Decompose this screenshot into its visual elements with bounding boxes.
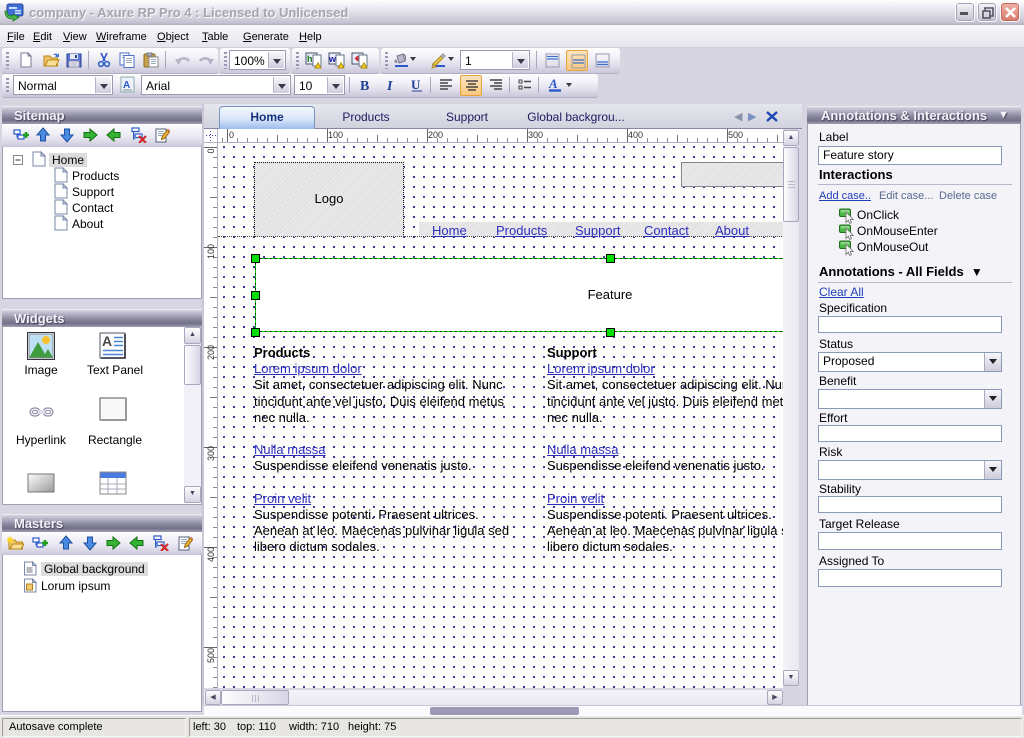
svg-text:A: A (123, 80, 130, 91)
svg-text:A: A (548, 76, 558, 91)
svg-text:A: A (102, 333, 112, 349)
svg-text:h: h (307, 54, 313, 64)
svg-text:B: B (360, 79, 369, 93)
svg-text:I: I (386, 79, 393, 93)
svg-text:U: U (411, 77, 421, 92)
